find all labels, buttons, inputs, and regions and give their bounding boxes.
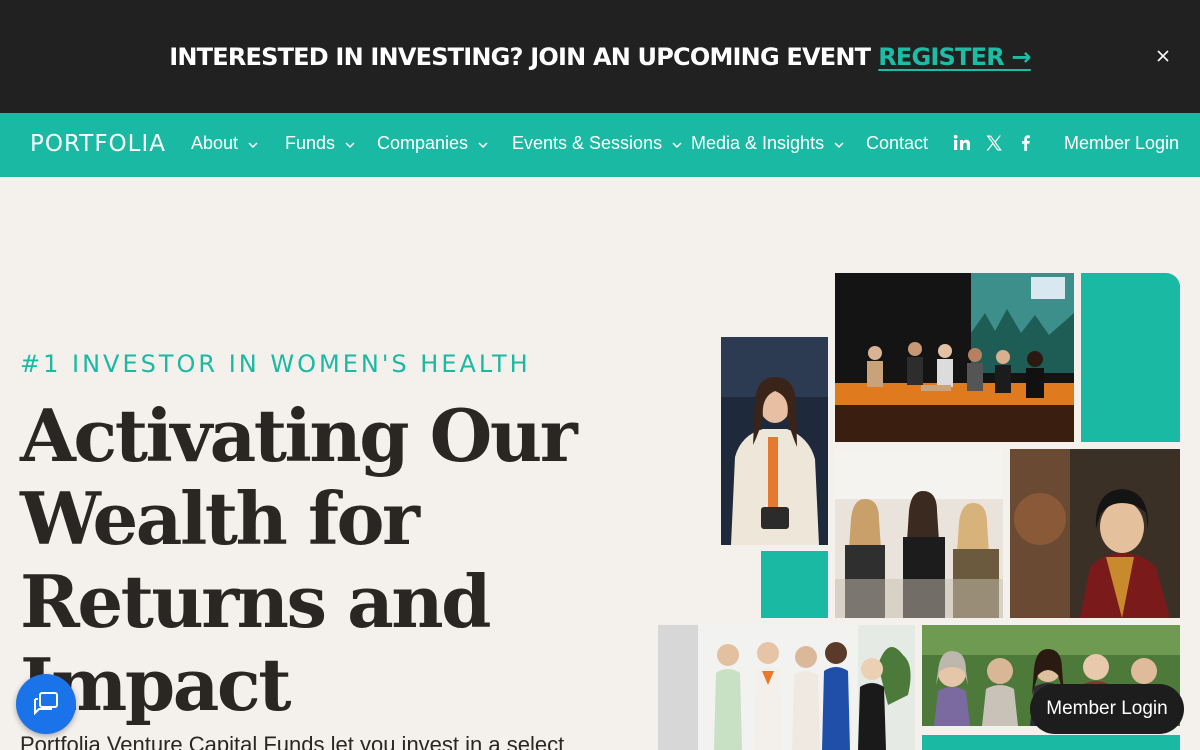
register-link[interactable]: REGISTER → <box>878 43 1031 71</box>
nav-item-contact[interactable]: Contact <box>866 133 928 154</box>
linkedin-icon[interactable] <box>952 133 972 153</box>
hero-subline: Portfolia Venture Capital Funds let you … <box>20 732 565 750</box>
chevron-down-icon <box>672 141 682 148</box>
chat-button[interactable] <box>16 674 76 734</box>
portfolia-logo[interactable]: PORTFOLIA <box>30 131 166 157</box>
member-login-label: Member Login <box>1064 133 1180 153</box>
chevron-down-icon <box>834 141 844 148</box>
floating-member-login-label: Member Login <box>1046 698 1168 719</box>
nav-item-label: Contact <box>866 133 929 153</box>
photo-group <box>658 625 915 750</box>
hero-eyebrow: #1 INVESTOR IN WOMEN'S HEALTH <box>20 350 531 378</box>
main-nav: PORTFOLIA About Funds Companies Events &… <box>0 113 1200 177</box>
photo-woman-speaking <box>1010 449 1180 618</box>
nav-item-events-sessions[interactable]: Events & Sessions <box>512 133 684 154</box>
nav-item-label: Media & Insights <box>691 133 825 153</box>
teal-accent-block <box>1081 273 1180 442</box>
photo-panel-stage <box>835 273 1074 442</box>
nav-item-label: Companies <box>377 133 469 153</box>
announcement-text-wrap: INTERESTED IN INVESTING? JOIN AN UPCOMIN… <box>169 43 1031 71</box>
chevron-down-icon <box>478 141 488 148</box>
announcement-bar: INTERESTED IN INVESTING? JOIN AN UPCOMIN… <box>0 0 1200 113</box>
hero-headline: Activating Our Wealth for Returns and Im… <box>20 393 578 727</box>
nav-item-label: Funds <box>285 133 336 153</box>
x-twitter-icon[interactable] <box>984 133 1004 153</box>
nav-item-companies[interactable]: Companies <box>377 133 490 154</box>
teal-accent-block <box>761 551 828 618</box>
close-icon[interactable] <box>1154 47 1172 65</box>
nav-item-funds[interactable]: Funds <box>285 133 357 154</box>
nav-item-about[interactable]: About <box>191 133 260 154</box>
nav-item-media-insights[interactable]: Media & Insights <box>691 133 846 154</box>
floating-member-login-button[interactable]: Member Login <box>1030 684 1184 734</box>
chevron-down-icon <box>248 141 258 148</box>
chevron-down-icon <box>345 141 355 148</box>
nav-item-label: Events & Sessions <box>512 133 663 153</box>
nav-item-label: About <box>191 133 239 153</box>
teal-accent-block <box>922 735 1180 750</box>
photo-audience <box>835 449 1003 618</box>
nav-member-login[interactable]: Member Login <box>1064 133 1179 154</box>
chat-icon <box>34 692 58 716</box>
announcement-text: INTERESTED IN INVESTING? JOIN AN UPCOMIN… <box>169 42 871 71</box>
facebook-icon[interactable] <box>1016 133 1036 153</box>
photo-woman-portrait <box>721 337 828 545</box>
